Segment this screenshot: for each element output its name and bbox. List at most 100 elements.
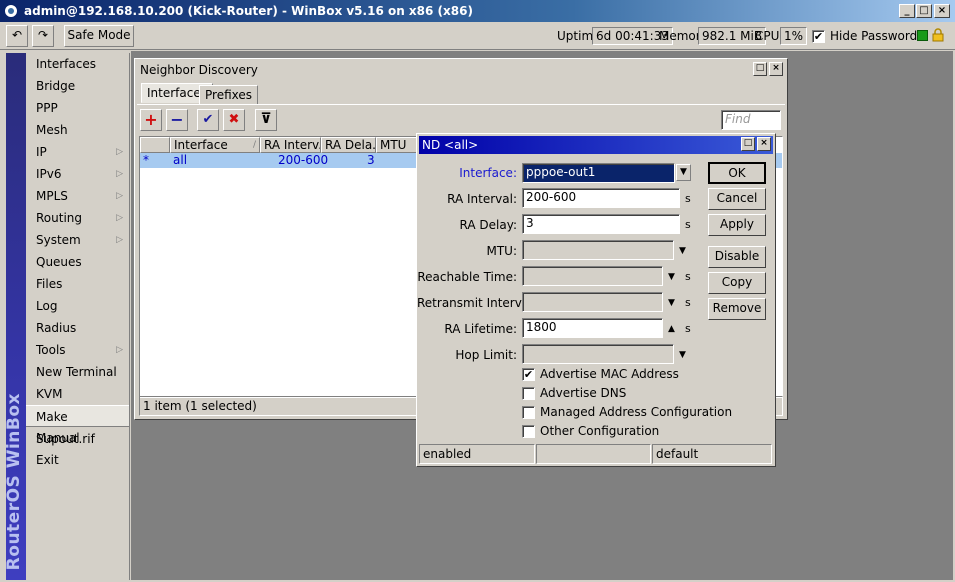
copy-button[interactable]: Copy <box>708 272 766 294</box>
nd-maximize-button[interactable]: □ <box>753 62 767 76</box>
retransmit-interval-input[interactable] <box>522 292 663 312</box>
sidebar-item-label: Routing <box>36 211 83 225</box>
sidebar-item-label: Log <box>36 299 58 313</box>
advertise-dns-label: Advertise DNS <box>540 386 627 400</box>
title-bar: admin@192.168.10.200 (Kick-Router) - Win… <box>0 0 955 22</box>
undo-icon[interactable]: ↶ <box>6 25 28 47</box>
cancel-button[interactable]: Cancel <box>708 188 766 210</box>
sidebar-item-system[interactable]: System ▷ <box>26 229 129 251</box>
remove-icon[interactable]: − <box>166 109 188 131</box>
flag-column-header[interactable] <box>140 137 170 153</box>
sidebar-item-bridge[interactable]: Bridge <box>26 75 129 97</box>
sidebar-item-make-supout[interactable]: Make Supout.rif <box>26 405 129 446</box>
managed-address-config-label: Managed Address Configuration <box>540 405 733 419</box>
interface-dropdown-icon[interactable]: ▼ <box>676 164 691 181</box>
other-config-checkbox[interactable] <box>522 425 535 438</box>
disable-button[interactable]: Disable <box>708 246 766 268</box>
dialog-status-enabled: enabled <box>419 444 535 464</box>
advertise-dns-checkbox[interactable] <box>522 387 535 400</box>
sidebar-item-ppp[interactable]: PPP <box>26 97 129 119</box>
sidebar-item-tools[interactable]: Tools ▷ <box>26 339 129 361</box>
sidebar-item-new-terminal[interactable]: New Terminal <box>26 361 129 383</box>
enable-icon[interactable]: ✔ <box>197 109 219 131</box>
sidebar-item-ipv6[interactable]: IPv6 ▷ <box>26 163 129 185</box>
advertise-mac-label: Advertise MAC Address <box>540 367 679 381</box>
other-config-label: Other Configuration <box>540 424 660 438</box>
nd-close-button[interactable]: × <box>769 62 783 76</box>
advertise-mac-checkbox[interactable]: ✔ <box>522 368 535 381</box>
close-button[interactable]: × <box>934 4 950 18</box>
sidebar-item-routing[interactable]: Routing ▷ <box>26 207 129 229</box>
ra-lifetime-input[interactable]: 1800 <box>522 318 663 338</box>
dialog-close-button[interactable]: × <box>757 137 771 151</box>
row-ra-delay: 3 <box>367 153 375 167</box>
sidebar-item-label: New Terminal <box>36 365 117 379</box>
sidebar-item-mesh[interactable]: Mesh <box>26 119 129 141</box>
sidebar-item-mpls[interactable]: MPLS ▷ <box>26 185 129 207</box>
nd-window-title: Neighbor Discovery <box>140 63 258 77</box>
add-icon[interactable]: + <box>140 109 162 131</box>
filter-icon[interactable]: ⊽ <box>255 109 277 131</box>
sidebar-item-label: Mesh <box>36 123 68 137</box>
minimize-button[interactable]: _ <box>899 4 915 18</box>
redo-icon[interactable]: ↷ <box>32 25 54 47</box>
hop-limit-input[interactable] <box>522 344 674 364</box>
interface-select[interactable]: pppoe-out1 <box>522 163 675 183</box>
submenu-arrow-icon: ▷ <box>116 169 123 179</box>
sidebar-item-interfaces[interactable]: Interfaces <box>26 53 129 75</box>
ra-interval-column-header[interactable]: RA Interv... <box>260 137 321 153</box>
sidebar-item-label: IPv6 <box>36 167 62 181</box>
safe-mode-button[interactable]: Safe Mode <box>64 25 134 47</box>
nd-window-caption[interactable]: Neighbor Discovery <box>137 61 785 79</box>
tab-prefixes[interactable]: Prefixes <box>199 85 259 105</box>
sidebar-item-ip[interactable]: IP ▷ <box>26 141 129 163</box>
dialog-caption[interactable]: ND <all> <box>419 136 773 154</box>
sidebar-item-kvm[interactable]: KVM <box>26 383 129 405</box>
hop-limit-label: Hop Limit: <box>455 348 517 362</box>
sidebar-item-queues[interactable]: Queues <box>26 251 129 273</box>
hide-passwords-checkbox[interactable]: ✔ <box>812 30 825 43</box>
cpu-value: 1% <box>780 27 808 45</box>
status-green-icon <box>917 30 928 41</box>
sidebar-item-label: Bridge <box>36 79 76 93</box>
ra-interval-input[interactable]: 200-600 <box>522 188 680 208</box>
hide-passwords-label: Hide Passwords <box>830 29 924 43</box>
sidebar-item-label: Radius <box>36 321 77 335</box>
sidebar-item-radius[interactable]: Radius <box>26 317 129 339</box>
submenu-arrow-icon: ▷ <box>116 213 123 223</box>
sidebar-item-manual[interactable]: Manual <box>26 427 129 449</box>
interface-column-header[interactable]: Interface / <box>170 137 260 153</box>
brand-strip: RouterOS WinBox <box>4 53 26 580</box>
ra-delay-column-header[interactable]: RA Dela... <box>321 137 376 153</box>
ra-interval-unit: s <box>685 192 691 205</box>
ra-lifetime-collapse-icon[interactable]: ▲ <box>668 324 675 334</box>
sidebar-item-label: Exit <box>36 453 59 467</box>
retransmit-interval-dropdown-icon[interactable]: ▼ <box>668 298 675 308</box>
disable-icon[interactable]: ✖ <box>223 109 245 131</box>
maximize-button[interactable]: □ <box>916 4 932 18</box>
dialog-maximize-button[interactable]: □ <box>741 137 755 151</box>
nd-all-dialog: ND <all> □ × Interface: pppoe-out1 ▼ RA … <box>416 133 776 467</box>
mtu-dropdown-icon[interactable]: ▼ <box>679 246 686 256</box>
sidebar-item-exit[interactable]: Exit <box>26 449 129 471</box>
dialog-title: ND <all> <box>422 138 479 152</box>
brand-text: RouterOS WinBox <box>4 392 24 570</box>
apply-button[interactable]: Apply <box>708 214 766 236</box>
ok-button[interactable]: OK <box>708 162 766 184</box>
managed-address-config-checkbox[interactable] <box>522 406 535 419</box>
find-input[interactable]: Find <box>721 110 781 130</box>
window-title: admin@192.168.10.200 (Kick-Router) - Win… <box>24 4 473 18</box>
mtu-column-header[interactable]: MTU <box>376 137 421 153</box>
sidebar-item-files[interactable]: Files <box>26 273 129 295</box>
hop-limit-dropdown-icon[interactable]: ▼ <box>679 350 686 360</box>
reachable-time-unit: s <box>685 270 691 283</box>
remove-button[interactable]: Remove <box>708 298 766 320</box>
mtu-input[interactable] <box>522 240 674 260</box>
reachable-time-input[interactable] <box>522 266 663 286</box>
sidebar-item-label: System <box>36 233 81 247</box>
submenu-arrow-icon: ▷ <box>116 191 123 201</box>
sidebar-item-log[interactable]: Log <box>26 295 129 317</box>
ra-delay-input[interactable]: 3 <box>522 214 680 234</box>
reachable-time-dropdown-icon[interactable]: ▼ <box>668 272 675 282</box>
ra-lifetime-label: RA Lifetime: <box>444 322 517 336</box>
